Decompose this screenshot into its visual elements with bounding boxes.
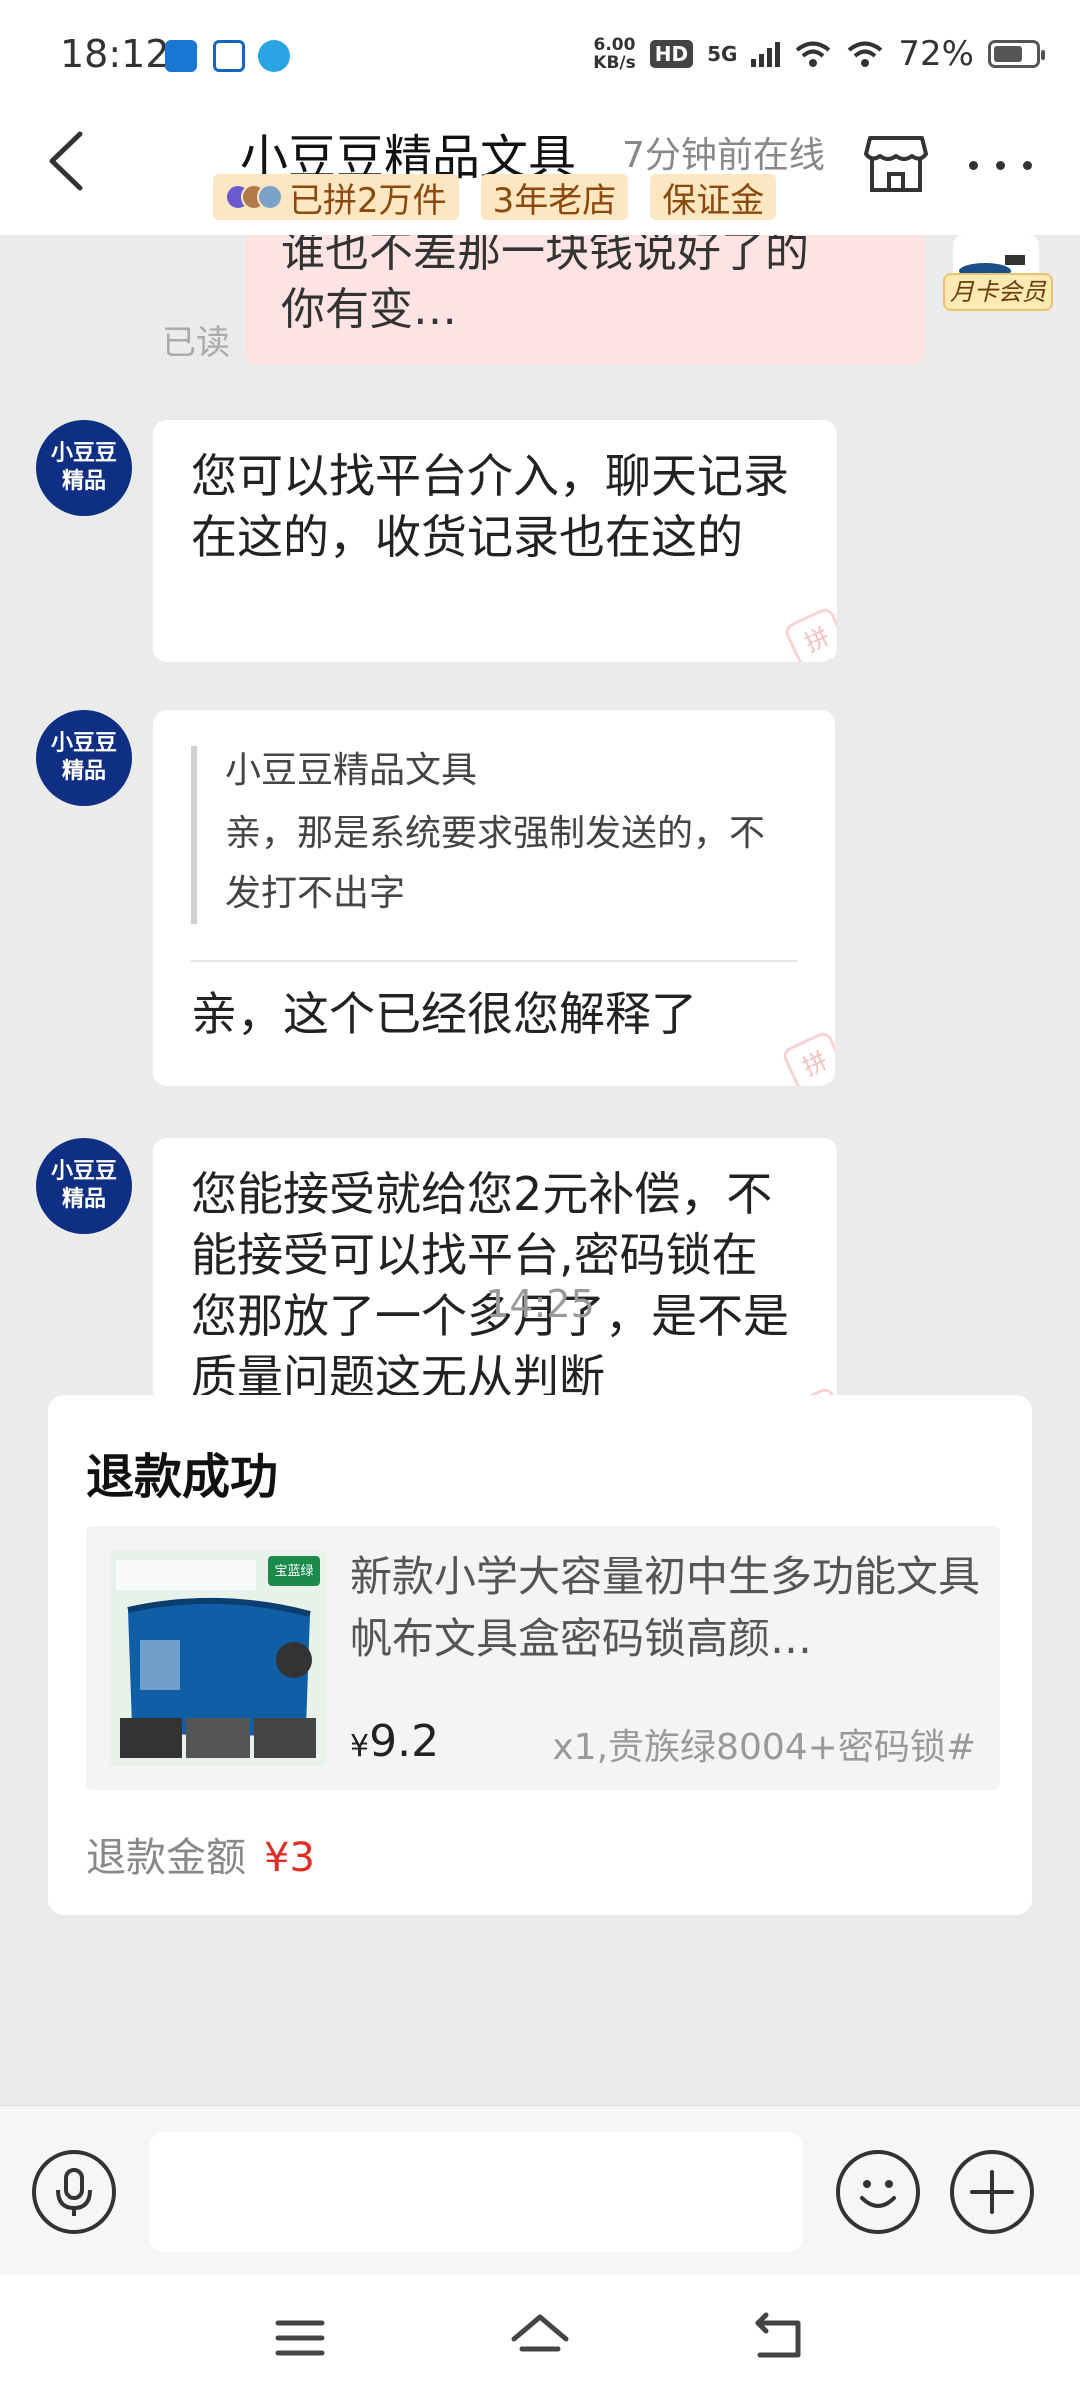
store-icon[interactable] [862, 128, 930, 196]
app-notification-icon [165, 40, 197, 72]
product-name: 新款小学大容量初中生多功能文具帆布文具盒密码锁高颜… [350, 1552, 981, 1663]
refund-status-title: 退款成功 [86, 1449, 279, 1505]
refund-amount: 退款金额 ¥3 [86, 1825, 315, 1883]
telegram-icon [258, 40, 290, 72]
incoming-message[interactable]: 您可以找平台介入，聊天记录在这的，收货记录也在这的 拼 [153, 420, 837, 662]
product-spec: x1,贵族绿8004+密码锁# [552, 1727, 976, 1768]
wifi-icon [848, 41, 883, 67]
wifi-call-icon [796, 41, 831, 67]
quote-divider [191, 960, 797, 962]
home-icon[interactable] [500, 2305, 580, 2371]
refund-card[interactable]: 退款成功 宝蓝绿 新款小学大容量初中生多功能文具帆布文具盒密码锁高颜… ¥9.2… [48, 1395, 1032, 1915]
online-status: 7分钟前在线 [622, 135, 825, 176]
incoming-quoted-message[interactable]: 小豆豆精品文具 亲，那是系统要求强制发送的，不发打不出字 亲，这个已经很您解释了… [153, 710, 835, 1086]
network-type: 5G [707, 42, 738, 66]
network-speed-unit: KB/s [593, 53, 636, 73]
outgoing-message[interactable]: 谁也不差那一块钱说好了的 你有变… [245, 235, 925, 365]
quote-text: 亲，那是系统要求强制发送的，不发打不出字 [225, 813, 766, 914]
price-value: 9.2 [369, 1716, 440, 1767]
back-arrow-icon[interactable] [32, 116, 102, 206]
message-timestamp: 14:25 [485, 1282, 595, 1326]
sales-badge-label: 已拼2万件 [289, 180, 447, 221]
back-icon[interactable] [740, 2305, 820, 2371]
emoji-glyph [860, 2180, 896, 2208]
message-input[interactable] [150, 2132, 802, 2252]
member-badge: 月卡会员 [943, 273, 1053, 311]
input-bar [0, 2105, 1080, 2275]
refund-product[interactable]: 宝蓝绿 新款小学大容量初中生多功能文具帆布文具盒密码锁高颜… ¥9.2 x1,贵… [86, 1526, 1000, 1790]
plus-glyph [970, 2170, 1014, 2214]
pin-watermark-icon: 拼 [782, 605, 837, 662]
chat-header: 小豆豆精品文具 7分钟前在线 已拼2万件 3年老店 保证金 [0, 110, 1080, 235]
outgoing-message-line: 谁也不差那一块钱说好了的 [281, 235, 809, 277]
shop-avatar-text: 精品 [61, 1187, 106, 1212]
plus-icon[interactable] [950, 2150, 1034, 2234]
network-speed-value: 6.00 [593, 35, 636, 55]
status-time: 18:12 [60, 32, 170, 76]
battery-icon [988, 40, 1045, 68]
product-price: ¥9.2 [350, 1716, 439, 1767]
shop-avatar-text: 小豆豆 [50, 731, 117, 756]
incoming-message-text: 亲，这个已经很您解释了 [191, 987, 697, 1041]
more-icon[interactable] [960, 140, 1040, 190]
battery-percent: 72% [898, 34, 974, 74]
refund-amount-label: 退款金额 [86, 1835, 246, 1881]
shop-avatar[interactable]: 小豆豆 精品 [36, 1138, 132, 1234]
shop-avatar-text: 精品 [61, 469, 106, 494]
hd-icon: HD [649, 40, 694, 68]
buyer-avatars [225, 184, 283, 210]
incoming-message-text: 您可以找平台介入，聊天记录在这的，收货记录也在这的 [191, 449, 789, 564]
network-speed: 6.00 KB/s [593, 36, 635, 72]
menu-icon[interactable] [260, 2305, 340, 2371]
outgoing-message-line: 你有变… [281, 284, 457, 335]
microphone-glyph [56, 2168, 92, 2216]
shop-avatar-text: 小豆豆 [50, 441, 117, 466]
status-bar: 18:12 6.00 KB/s HD 5G 72% [0, 0, 1080, 110]
store-age-badge: 3年老店 [480, 174, 629, 221]
read-status: 已读 [162, 323, 230, 363]
shop-avatar-text: 精品 [61, 759, 106, 784]
microphone-icon[interactable] [32, 2150, 116, 2234]
refund-amount-value: ¥3 [264, 1835, 315, 1881]
price-currency: ¥ [350, 1729, 370, 1764]
product-image-tag: 宝蓝绿 [274, 1564, 314, 1579]
shop-avatar[interactable]: 小豆豆 精品 [36, 420, 132, 516]
quote-author: 小豆豆精品文具 [225, 750, 478, 791]
product-image: 宝蓝绿 [110, 1550, 326, 1766]
quoted-message[interactable]: 小豆豆精品文具 亲，那是系统要求强制发送的，不发打不出字 [191, 746, 797, 924]
deposit-badge: 保证金 [650, 174, 777, 221]
shop-avatar[interactable]: 小豆豆 精品 [36, 710, 132, 806]
pencil-case-image [110, 1550, 326, 1766]
signal-icon [751, 41, 781, 67]
status-right: 6.00 KB/s HD 5G 72% [593, 34, 1045, 74]
system-nav-bar [0, 2275, 1080, 2400]
emoji-icon[interactable] [836, 2150, 920, 2234]
sales-badge: 已拼2万件 [213, 174, 459, 221]
shop-avatar-text: 小豆豆 [50, 1159, 117, 1184]
app-notification-icon [213, 40, 245, 72]
shop-badges: 已拼2万件 3年老店 保证金 [213, 174, 777, 221]
